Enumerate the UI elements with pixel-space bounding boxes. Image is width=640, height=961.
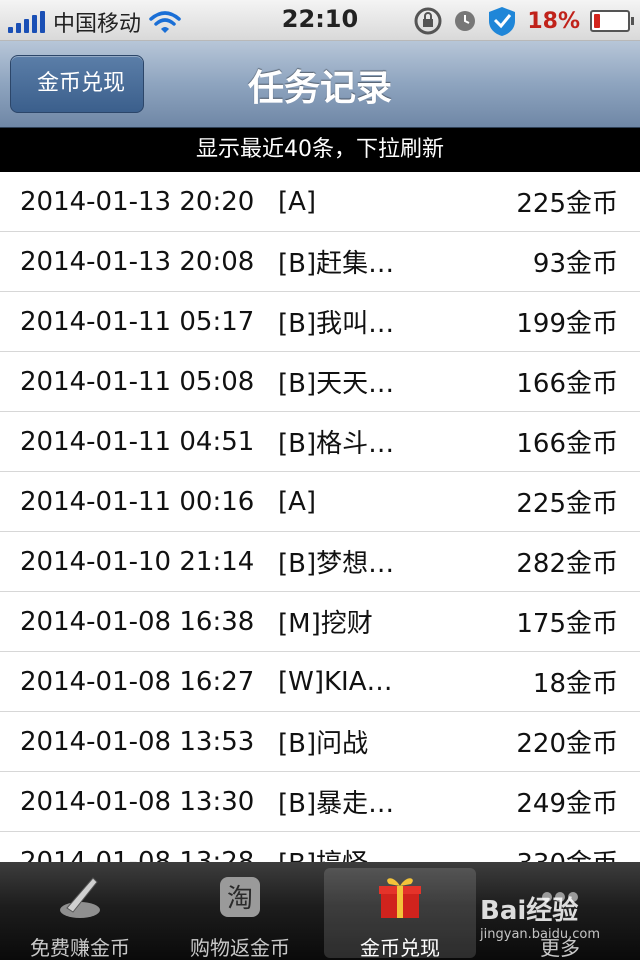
record-list[interactable]: 2014-01-13 20:20 [A] 225金币 2014-01-13 20:08… — [0, 172, 640, 862]
status-bar: 中国移动 22:10 18% — [0, 0, 640, 41]
table-row[interactable]: 2014-01-08 13:53 [B]问战 220金币 — [0, 712, 640, 772]
watermark-url: jingyan.baidu.com — [480, 927, 600, 942]
tab-shopping-rebate[interactable]: 淘 购物返金币 — [160, 862, 320, 960]
refresh-hint: 显示最近40条，下拉刷新 — [0, 128, 640, 172]
table-row[interactable]: 2014-01-10 21:14 [B]梦想… 282金币 — [0, 532, 640, 592]
page-title: 任务记录 — [247, 68, 392, 109]
battery-icon — [590, 10, 634, 32]
watermark-text: Bai经验 — [480, 896, 579, 926]
svg-text:淘: 淘 — [227, 884, 253, 914]
taobao-icon: 淘 — [220, 877, 260, 917]
record-task: [B]我叫… — [278, 309, 395, 339]
shield-icon — [489, 7, 516, 36]
record-datetime: 2014-01-10 21:14 — [20, 546, 255, 577]
record-datetime: 2014-01-08 13:30 — [20, 786, 255, 817]
alarm-icon — [455, 11, 476, 31]
gift-icon — [379, 878, 421, 918]
record-coins: 18金币 — [532, 669, 618, 699]
record-task: [B]暴走… — [278, 789, 395, 819]
battery-percent: 18% — [527, 8, 580, 34]
record-coins: 225金币 — [516, 189, 618, 219]
table-row[interactable]: 2014-01-08 16:38 [M]挖财 175金币 — [0, 592, 640, 652]
record-coins: 93金币 — [532, 249, 618, 279]
record-datetime: 2014-01-11 00:16 — [20, 486, 255, 517]
record-task: [B]赶集… — [278, 249, 395, 279]
record-coins: 175金币 — [516, 609, 618, 639]
record-datetime: 2014-01-11 05:17 — [20, 306, 255, 337]
table-row[interactable]: 2014-01-08 16:27 [W]KIA… 18金币 — [0, 652, 640, 712]
record-coins: 282金币 — [516, 549, 618, 579]
pen-icon — [60, 877, 100, 918]
rotation-lock-icon — [414, 7, 442, 35]
record-task: [B]问战 — [278, 729, 369, 759]
table-row[interactable]: 2014-01-11 04:51 [B]格斗… 166金币 — [0, 412, 640, 472]
record-task: [A] — [278, 486, 317, 517]
table-row[interactable]: 2014-01-11 05:17 [B]我叫… 199金币 — [0, 292, 640, 352]
record-datetime: 2014-01-08 16:38 — [20, 606, 255, 637]
record-task: [W]KIA… — [278, 666, 393, 697]
table-row[interactable]: 2014-01-11 00:16 [A] 225金币 — [0, 472, 640, 532]
record-coins: 249金币 — [516, 789, 618, 819]
watermark-logo: Bai经验 jingyan.baidu.com — [480, 890, 600, 942]
record-task: [M]挖财 — [278, 609, 373, 639]
navigation-bar: 金币兑现 任务记录 — [0, 41, 640, 128]
record-task: [A] — [278, 186, 317, 217]
table-row[interactable]: 2014-01-11 05:08 [B]天天… 166金币 — [0, 352, 640, 412]
record-datetime: 2014-01-08 13:53 — [20, 726, 255, 757]
record-coins: 199金币 — [516, 309, 618, 339]
record-datetime: 2014-01-08 16:27 — [20, 666, 255, 697]
tab-label: 免费赚金币 — [30, 936, 130, 960]
tab-label: 购物返金币 — [190, 936, 290, 960]
record-coins: 220金币 — [516, 729, 618, 759]
record-coins: 166金币 — [516, 429, 618, 459]
record-task: [B]天天… — [278, 369, 395, 399]
record-coins: 330金币 — [516, 843, 618, 862]
record-task: [B]格斗… — [278, 429, 395, 459]
record-coins: 166金币 — [516, 369, 618, 399]
record-datetime: 2014-01-13 20:20 — [20, 186, 255, 217]
record-datetime: 2014-01-13 20:08 — [20, 246, 255, 277]
table-row[interactable]: 2014-01-13 20:08 [B]赶集… 93金币 — [0, 232, 640, 292]
record-task: [B]搞怪… — [278, 843, 516, 862]
table-row[interactable]: 2014-01-08 13:28 [B]搞怪…330金币 — [0, 832, 640, 863]
tab-label: 金币兑现 — [360, 936, 440, 960]
tab-earn-coins[interactable]: 免费赚金币 — [0, 862, 160, 960]
record-datetime: 2014-01-08 13:28 — [20, 846, 255, 863]
tab-coin-exchange[interactable]: 金币兑现 — [324, 868, 476, 960]
record-coins: 225金币 — [516, 489, 618, 519]
record-datetime: 2014-01-11 04:51 — [20, 426, 255, 457]
record-datetime: 2014-01-11 05:08 — [20, 366, 255, 397]
record-task: [B]梦想… — [278, 549, 395, 579]
table-row[interactable]: 2014-01-13 20:20 [A] 225金币 — [0, 172, 640, 232]
table-row[interactable]: 2014-01-08 13:30 [B]暴走… 249金币 — [0, 772, 640, 832]
